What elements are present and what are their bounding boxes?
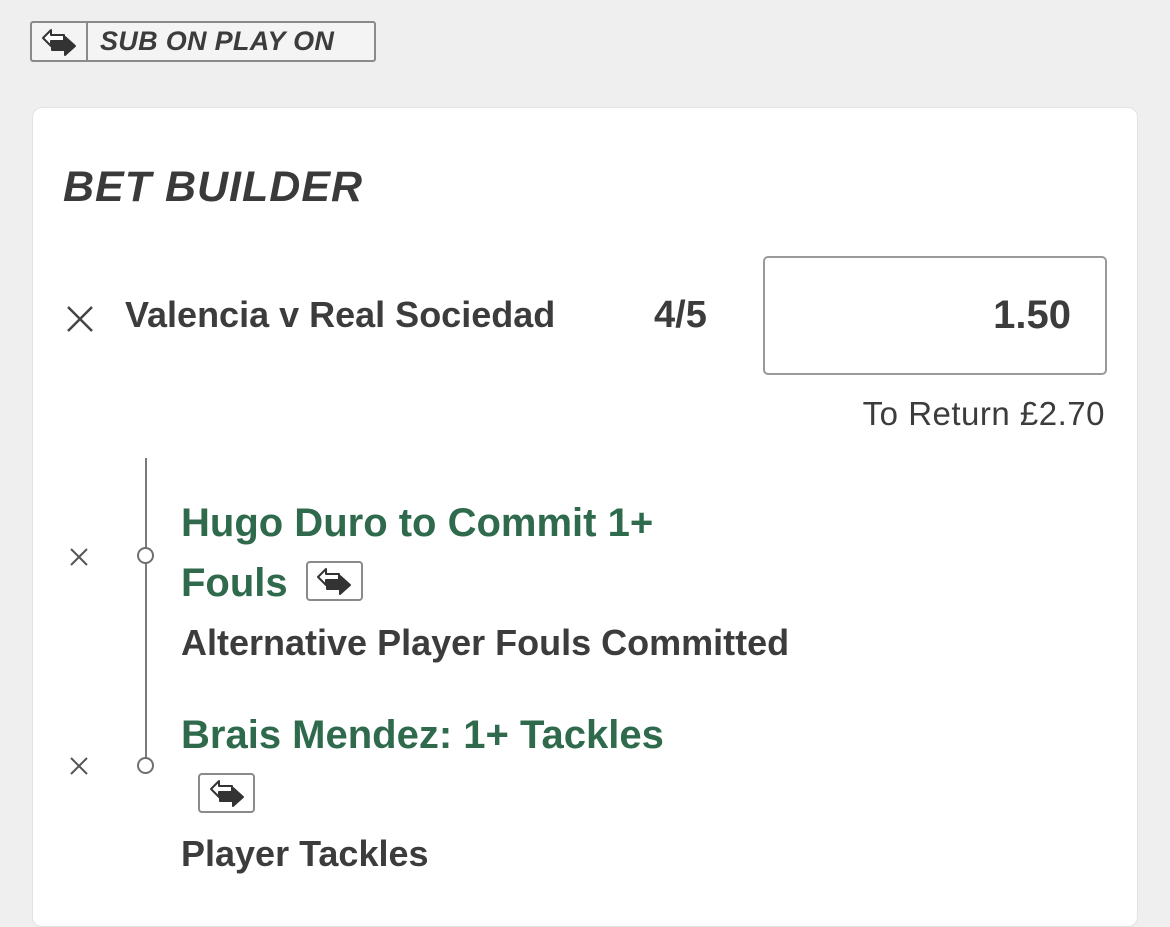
sub-badge-label: SUB ON PLAY ON — [100, 26, 335, 56]
legs-timeline — [145, 458, 147, 765]
remove-leg-close-icon[interactable] — [69, 756, 89, 776]
leg-market: Alternative Player Fouls Committed — [181, 622, 790, 663]
bet-builder-card: BET BUILDER Valencia v Real Sociedad 4/5… — [32, 107, 1138, 927]
card-title: BET BUILDER — [63, 163, 364, 211]
event-name: Valencia v Real Sociedad — [125, 294, 556, 335]
leg-title-line: Fouls — [181, 561, 288, 605]
to-return-text: To Return £2.70 — [862, 395, 1105, 432]
sub-on-play-on-badge[interactable]: SUB ON PLAY ON — [30, 21, 376, 62]
remove-event-close-icon[interactable] — [65, 304, 95, 334]
remove-leg-close-icon[interactable] — [69, 547, 89, 567]
leg-title: Brais Mendez: 1+ Tackles — [181, 713, 664, 757]
leg-title-line: Hugo Duro to Commit 1+ — [181, 501, 654, 545]
event-odds: 4/5 — [654, 294, 707, 336]
timeline-node — [137, 757, 154, 774]
leg-title: Hugo Duro to Commit 1+ Fouls — [181, 493, 801, 613]
stake-input[interactable]: 1.50 — [763, 256, 1107, 375]
swap-icon — [305, 561, 363, 602]
timeline-node — [137, 547, 154, 564]
swap-icon — [32, 23, 88, 60]
leg-market: Player Tackles — [181, 833, 429, 874]
swap-icon — [198, 773, 255, 813]
